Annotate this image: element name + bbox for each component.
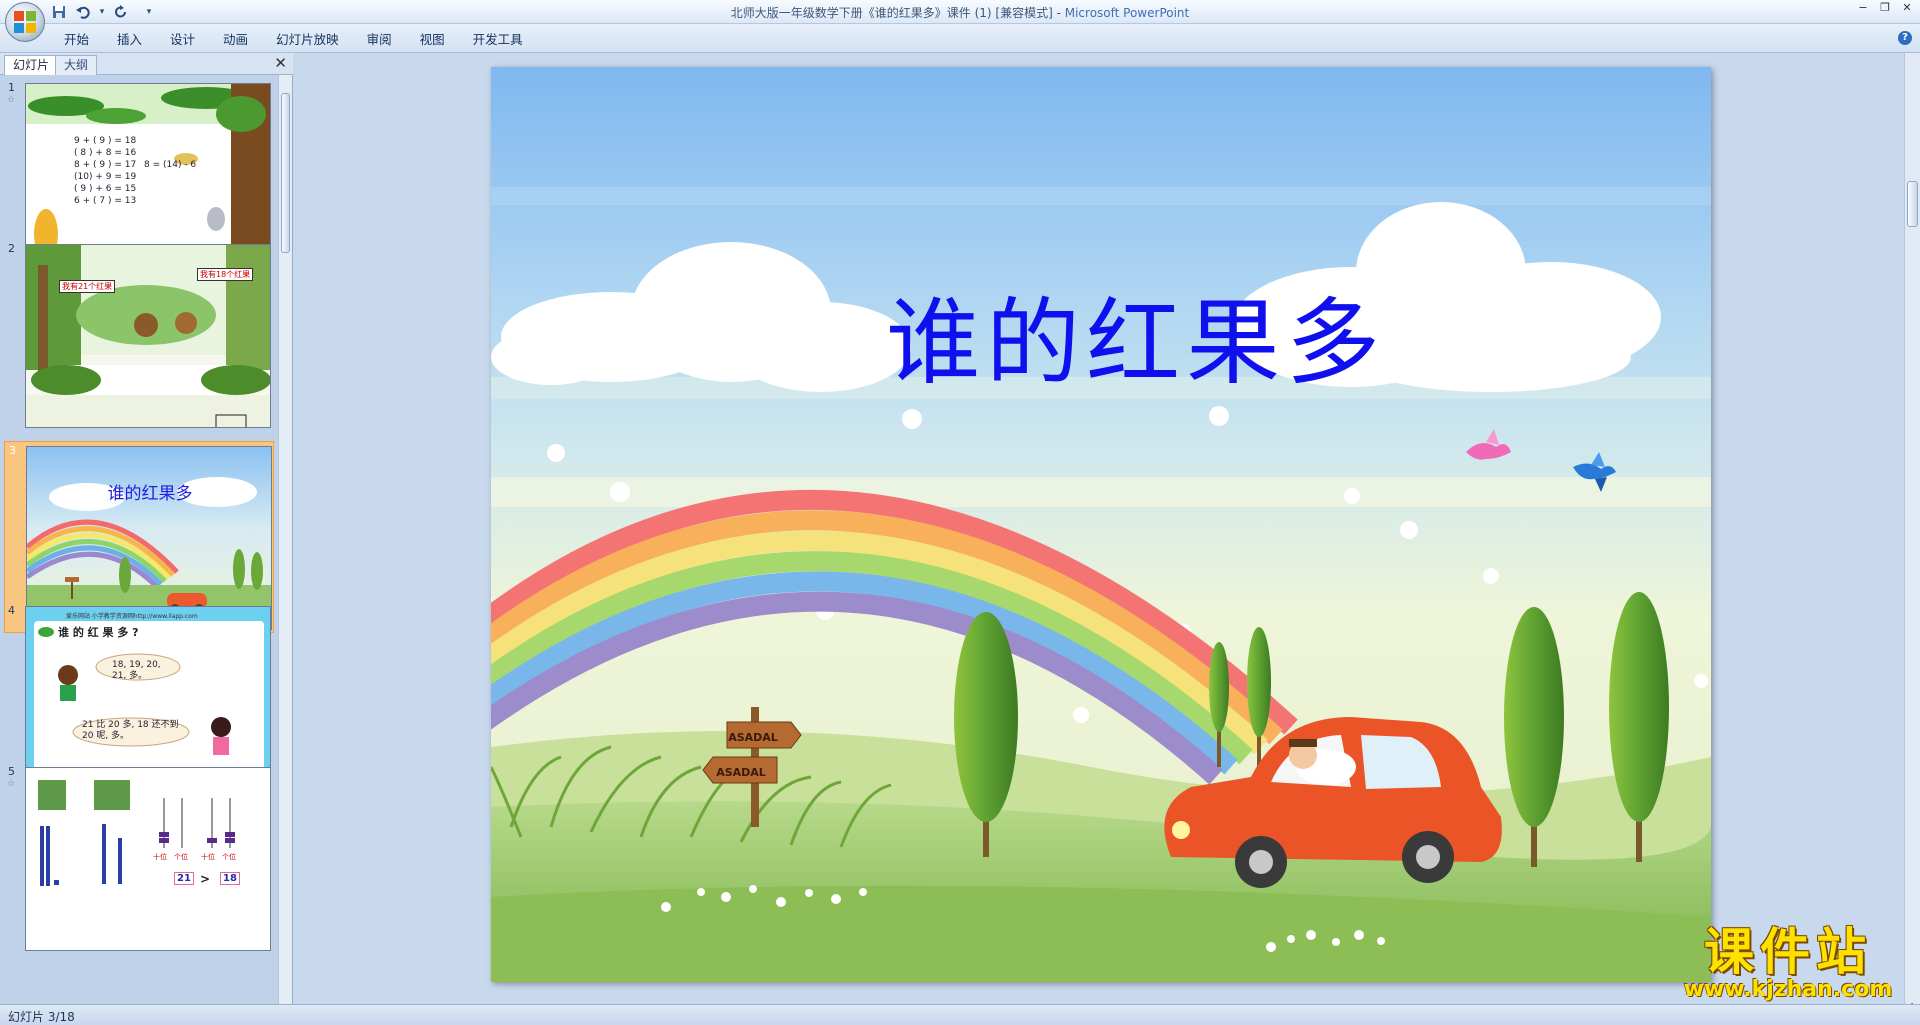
close-icon[interactable]: ✕: [1900, 2, 1914, 14]
thumb-canvas: 我有21个红果 我有18个红果: [25, 244, 271, 428]
thumbnail-list: 1 ☆ 9 + ( 9 ) = 18 (8) + 8 = 16 8 + (…: [0, 79, 278, 999]
thumb-canvas: 十位 个位 十位 个位 21 > 18: [25, 767, 271, 951]
tab-view[interactable]: 视图: [406, 30, 459, 50]
thumb-equation: (10) + 9 = 19: [74, 172, 137, 182]
slides-panel: 幻灯片 大纲 ✕ 1 ☆ 9 + (9) = 18 (8) + 8 = …: [0, 53, 293, 1004]
app-name: Microsoft PowerPoint: [1064, 6, 1190, 20]
thumb-heading: 谁 的 红 果 多 ?: [58, 626, 139, 639]
help-icon[interactable]: ?: [1898, 31, 1912, 45]
thumb-equation: ( 9 ) + 6 = 15: [74, 184, 137, 194]
tab-outline[interactable]: 大纲: [55, 55, 98, 75]
thumb-value: 21: [174, 872, 194, 885]
thumb-equation: ( 8 ) + 8 = 16: [74, 148, 137, 158]
slide-canvas[interactable]: ASADAL ASADAL 谁的红果多: [491, 67, 1711, 982]
slide-title[interactable]: 谁的红果多: [491, 267, 1711, 403]
thumb-equation: 6 + ( 7 ) = 13: [74, 196, 137, 206]
animation-star-icon: ☆: [7, 779, 16, 789]
office-logo-icon: [14, 11, 36, 33]
thumb-number: 5: [8, 765, 15, 778]
minimize-icon[interactable]: −: [1856, 2, 1870, 14]
window-title: 北师大版一年级数学下册《谁的红果多》课件 (1) [兼容模式] - Micros…: [0, 4, 1920, 21]
title-separator: -: [1052, 6, 1065, 20]
tab-slides[interactable]: 幻灯片: [4, 55, 59, 75]
thumb-header-text: 爱乐网站 小学教学资源网http://www.ilapp.com: [66, 613, 198, 620]
tab-home[interactable]: 开始: [50, 30, 103, 50]
tab-animations[interactable]: 动画: [209, 30, 262, 50]
abacus-label: 十位: [153, 853, 167, 861]
thumb-number: 3: [9, 444, 16, 457]
slide-thumbnail-5[interactable]: 5 ☆ 十位 个位 十位 个位 21 > 18: [4, 763, 274, 955]
ribbon-tabs: 开始 插入 设计 动画 幻灯片放映 审阅 视图 开发工具: [50, 30, 537, 50]
thumb-value: 18: [220, 872, 240, 885]
status-bar: 幻灯片 3/18: [0, 1004, 1920, 1025]
tab-design[interactable]: 设计: [156, 30, 209, 50]
thumb-number: 2: [8, 242, 15, 255]
ribbon: 开始 插入 设计 动画 幻灯片放映 审阅 视图 开发工具 ?: [0, 24, 1920, 53]
thumb-number: 4: [8, 604, 15, 617]
thumb-speech-bubble: 我有18个红果: [197, 268, 254, 281]
slide-scrollbar[interactable]: ⏶ ⏷: [1904, 53, 1920, 1022]
signpost-label-top: ASADAL: [728, 731, 778, 744]
watermark-logo: 课件站 www.kjzhan.com: [1668, 923, 1908, 1002]
document-title: 北师大版一年级数学下册《谁的红果多》课件 (1) [兼容模式]: [730, 6, 1053, 20]
slide-background-art: ASADAL ASADAL: [491, 67, 1711, 982]
signpost-label-bottom: ASADAL: [716, 766, 766, 779]
title-bar: ▾ ▾ 北师大版一年级数学下册《谁的红果多》课件 (1) [兼容模式] - Mi…: [0, 0, 1920, 24]
office-button[interactable]: [5, 2, 45, 42]
thumb-number: 1: [8, 81, 15, 94]
scrollbar-thumb[interactable]: [1907, 181, 1918, 227]
watermark-main: 课件站: [1704, 923, 1872, 981]
restore-icon[interactable]: ❐: [1878, 2, 1892, 14]
slide-indicator: 幻灯片 3/18: [8, 1010, 75, 1024]
tab-review[interactable]: 审阅: [353, 30, 406, 50]
animation-star-icon: ☆: [7, 95, 16, 105]
abacus-label: 个位: [174, 853, 188, 861]
thumb-equation: 8 + ( 9 ) = 17: [74, 160, 137, 170]
tab-insert[interactable]: 插入: [103, 30, 156, 50]
thumb-speech-bubble: 18, 19, 20, 21, 多。: [112, 660, 161, 681]
tab-slideshow[interactable]: 幻灯片放映: [262, 30, 353, 50]
thumb-title: 谁的红果多: [107, 484, 193, 504]
thumb-speech-bubble: 我有21个红果: [59, 280, 116, 293]
thumb-speech-bubble: 21 比 20 多, 18 还不到 20 呢, 多。: [82, 720, 179, 741]
thumbnail-scrollbar[interactable]: [278, 75, 292, 1004]
scrollbar-thumb[interactable]: [281, 93, 290, 253]
tab-developer[interactable]: 开发工具: [459, 30, 537, 50]
watermark-url: www.kjzhan.com: [1683, 977, 1893, 1002]
panel-tabs: 幻灯片 大纲 ✕: [0, 53, 293, 75]
thumb-compare-sign: >: [200, 872, 211, 886]
abacus-label: 十位: [201, 853, 215, 861]
close-panel-icon[interactable]: ✕: [274, 56, 287, 71]
thumb-equation: 9 + ( 9 ) = 18: [74, 136, 137, 146]
slide-thumbnail-2[interactable]: 2 我有21个红果 我有18个红果: [4, 240, 274, 432]
thumb-equation: 8 = (14) - 6: [144, 160, 197, 170]
abacus-label: 个位: [222, 853, 236, 861]
window-controls: − ❐ ✕: [1856, 2, 1914, 14]
